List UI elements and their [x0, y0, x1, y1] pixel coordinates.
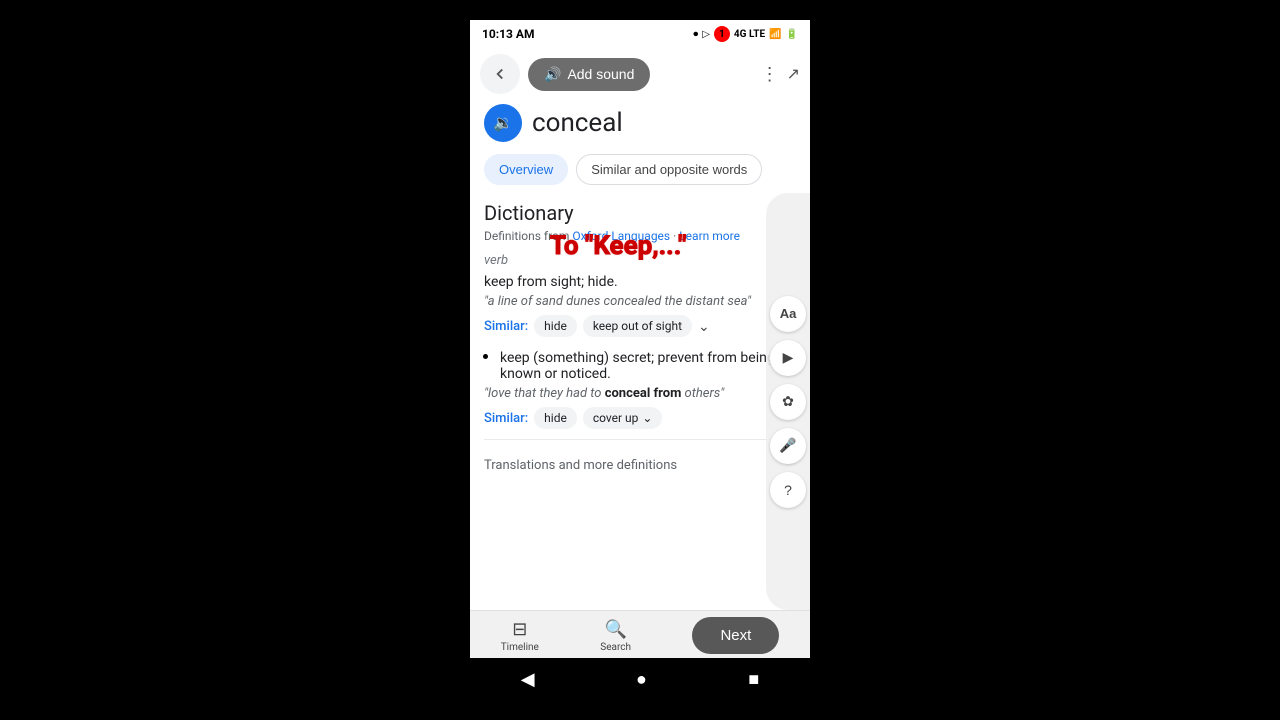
dictionary-title: Dictionary	[484, 201, 796, 225]
sound-icon: 🔊	[544, 66, 561, 83]
help-tool[interactable]: ?	[770, 472, 806, 508]
android-recents-button[interactable]: ■	[748, 669, 759, 690]
share-button[interactable]: ↗	[787, 64, 800, 84]
word-header: 🔉 conceal	[470, 100, 810, 150]
android-home-button[interactable]: ●	[636, 669, 647, 690]
microphone-tool[interactable]: 🎤	[770, 428, 806, 464]
android-back-button[interactable]: ◀	[521, 669, 535, 690]
similar-chip-hide-2[interactable]: hide	[534, 407, 577, 429]
battery-icon: 🔋	[786, 29, 798, 40]
source-line: Definitions from Oxford Languages · Lear…	[484, 229, 796, 243]
content-area: To "Keep,..." Dictionary Definitions fro…	[470, 193, 810, 610]
example-1: "a line of sand dunes concealed the dist…	[484, 294, 796, 309]
word-title: conceal	[532, 108, 623, 138]
record-icon: ⏺	[693, 29, 698, 40]
notification-badge: 1	[714, 26, 730, 42]
similar-chip-cover-up[interactable]: cover up ⌄	[583, 407, 663, 429]
back-button[interactable]	[480, 54, 520, 94]
add-sound-button[interactable]: 🔊 Add sound	[528, 58, 650, 91]
speaker-button[interactable]: 🔉	[484, 104, 522, 142]
source-pre: Definitions from	[484, 229, 572, 243]
status-time: 10:13 AM	[482, 27, 534, 41]
timeline-icon: ⊟	[512, 619, 527, 640]
speaker-icon: 🔉	[493, 113, 513, 133]
status-icons: ⏺ ▷ 1 4G LTE 📶 🔋	[693, 26, 798, 42]
top-nav: 🔊 Add sound ⋮ ↗	[470, 48, 810, 100]
extras-tool[interactable]: ✿	[770, 384, 806, 420]
similar-chip-hide-1[interactable]: hide	[534, 315, 577, 337]
def-text-2: keep (something) secret; prevent from be…	[500, 350, 796, 382]
divider	[484, 439, 796, 440]
definition-1: keep from sight; hide. "a line of sand d…	[484, 274, 796, 337]
bottom-nav: ⊟ Timeline 🔍 Search Next	[470, 610, 810, 658]
more-options-button[interactable]: ⋮	[761, 64, 779, 85]
text-size-tool[interactable]: Aa	[770, 296, 806, 332]
similar-row-1: Similar: hide keep out of sight ⌄	[484, 315, 796, 337]
search-icon: 🔍	[604, 619, 626, 640]
similar-row-2: Similar: hide cover up ⌄	[484, 407, 796, 429]
definition-2: keep (something) secret; prevent from be…	[484, 347, 796, 429]
example-2: "love that they had to conceal from othe…	[484, 386, 796, 401]
next-button[interactable]: Next	[692, 617, 779, 654]
tabs-container: Overview Similar and opposite words	[470, 150, 810, 193]
bold-conceal: conceal from	[605, 386, 682, 401]
signal-icon: 📶	[769, 29, 781, 40]
network-label: 4G LTE	[734, 29, 765, 40]
add-sound-label: Add sound	[567, 66, 634, 82]
pos-label: verb	[484, 253, 796, 268]
chevron-icon: ⌄	[642, 411, 652, 425]
tab-similar-opposite[interactable]: Similar and opposite words	[576, 154, 762, 185]
search-label: Search	[600, 642, 631, 653]
timeline-label: Timeline	[501, 642, 539, 653]
expand-similar-1[interactable]: ⌄	[698, 318, 710, 335]
right-sidebar: Aa ▶ ✿ 🎤 ?	[766, 193, 810, 610]
oxford-link[interactable]: Oxford Languages	[572, 229, 670, 243]
android-nav: ◀ ● ■	[470, 658, 810, 700]
status-bar: 10:13 AM ⏺ ▷ 1 4G LTE 📶 🔋	[470, 20, 810, 48]
similar-label-1: Similar:	[484, 319, 528, 334]
learn-more-link[interactable]: Learn more	[679, 229, 740, 243]
play-icon: ▷	[702, 29, 710, 40]
timeline-nav-item[interactable]: ⊟ Timeline	[501, 619, 539, 653]
translations-label: Translations and more definitions	[484, 458, 677, 473]
similar-chip-keep-out[interactable]: keep out of sight	[583, 315, 692, 337]
similar-label-2: Similar:	[484, 411, 528, 426]
search-nav-item[interactable]: 🔍 Search	[600, 619, 631, 653]
def-text-1: keep from sight; hide.	[484, 274, 796, 290]
tab-overview[interactable]: Overview	[484, 154, 568, 185]
flashcard-tool[interactable]: ▶	[770, 340, 806, 376]
translations-bar: Translations and more definitions ···	[484, 448, 796, 477]
